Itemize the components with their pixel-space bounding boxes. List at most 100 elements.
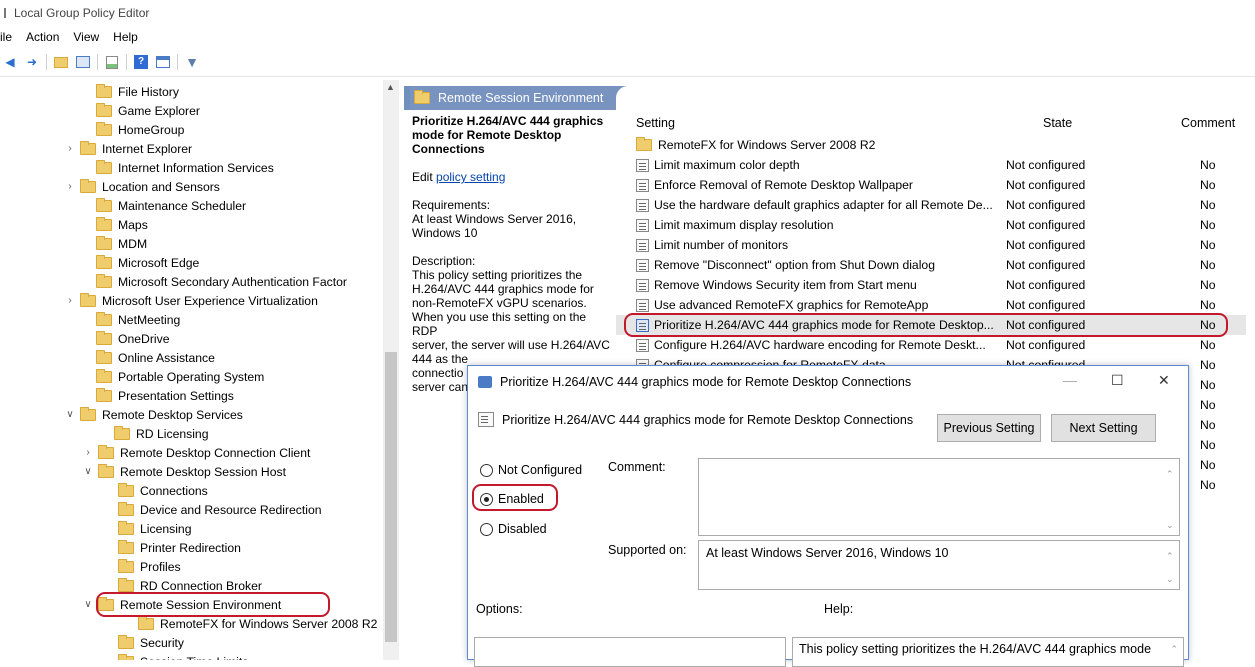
folder-icon [98, 463, 114, 478]
properties-icon[interactable] [155, 54, 171, 70]
setting-state: Not configured [1006, 218, 1086, 232]
tree-item[interactable]: HomeGroup [96, 120, 184, 139]
tree-item[interactable]: Microsoft Edge [96, 253, 199, 272]
radio-not-configured[interactable]: Not Configured [480, 463, 582, 477]
chevron-down-icon[interactable]: ∨ [82, 466, 94, 477]
supported-on-value: At least Windows Server 2016, Windows 10 [706, 546, 949, 560]
tree-item[interactable]: Game Explorer [96, 101, 200, 120]
export-list-icon[interactable] [104, 54, 120, 70]
table-row[interactable]: Use advanced RemoteFX graphics for Remot… [616, 295, 1246, 315]
column-setting[interactable]: Setting [636, 116, 675, 130]
tree-item[interactable]: › Location and Sensors [64, 177, 220, 196]
menu-view[interactable]: View [73, 30, 99, 44]
tree-item[interactable]: MDM [96, 234, 147, 253]
folder-icon [138, 615, 154, 630]
next-setting-button[interactable]: Next Setting [1051, 414, 1156, 442]
tree-item[interactable]: RD Licensing [114, 424, 208, 443]
scroll-up-icon[interactable]: ▲ [386, 82, 395, 92]
scroll-up-icon[interactable]: ⌃ [1166, 551, 1174, 562]
menu-help[interactable]: Help [113, 30, 138, 44]
radio-circle[interactable] [480, 463, 493, 477]
folder-icon [80, 140, 96, 155]
tree-item[interactable]: Presentation Settings [96, 386, 234, 405]
tree-item[interactable]: Device and Resource Redirection [118, 500, 322, 519]
table-row[interactable]: Enforce Removal of Remote Desktop Wallpa… [616, 175, 1246, 195]
setting-comment: No [1200, 238, 1216, 252]
tree-item[interactable]: Online Assistance [96, 348, 215, 367]
table-row[interactable]: Remove Windows Security item from Start … [616, 275, 1246, 295]
radio-label: Not Configured [498, 463, 583, 477]
tree-item[interactable]: File History [96, 82, 179, 101]
help-icon[interactable]: ? [133, 54, 149, 70]
tree-item[interactable]: OneDrive [96, 329, 169, 348]
tree-item[interactable]: Profiles [118, 557, 181, 576]
scroll-thumb[interactable] [385, 352, 397, 642]
chevron-down-icon[interactable]: ∨ [82, 599, 94, 610]
chevron-right-icon[interactable]: › [82, 447, 94, 458]
chevron-down-icon[interactable]: ∨ [64, 409, 76, 420]
tree-item[interactable]: Maps [96, 215, 148, 234]
chevron-right-icon[interactable]: › [64, 143, 76, 154]
forward-icon[interactable]: ➜ [24, 54, 40, 70]
tree-item[interactable]: › Remote Desktop Connection Client [82, 443, 310, 462]
description-line: When you use this setting on the RDP [412, 310, 587, 338]
tree-item-label: Microsoft Secondary Authentication Facto… [118, 274, 347, 289]
tree-item-label: Device and Resource Redirection [140, 502, 322, 517]
tree-item[interactable]: NetMeeting [96, 310, 180, 329]
comment-scrollbar[interactable]: ⌃ ⌄ [1163, 459, 1179, 535]
tree-item[interactable]: ∨ Remote Desktop Session Host [82, 462, 286, 481]
menu-action[interactable]: Action [26, 30, 59, 44]
up-folder-icon[interactable] [53, 54, 69, 70]
tree-item[interactable]: Maintenance Scheduler [96, 196, 246, 215]
table-row[interactable]: Configure H.264/AVC hardware encoding fo… [616, 335, 1246, 355]
tree-item[interactable]: › Internet Explorer [64, 139, 192, 158]
chevron-right-icon[interactable]: › [64, 295, 76, 306]
description-line: server, the server will use H.264/AVC [412, 338, 610, 352]
table-row[interactable]: Limit maximum display resolution Not conf… [616, 215, 1246, 235]
edit-policy-link[interactable]: policy setting [436, 170, 505, 184]
policy-icon [636, 158, 649, 172]
tree-item[interactable]: › Microsoft User Experience Virtualizatio… [64, 291, 318, 310]
scroll-down-icon[interactable]: ⌄ [1166, 574, 1174, 585]
maximize-icon[interactable]: ☐ [1111, 372, 1124, 389]
close-icon[interactable]: ✕ [1158, 372, 1170, 389]
menu-file[interactable]: ile [0, 30, 12, 44]
scroll-down-icon[interactable]: ⌄ [1166, 520, 1174, 531]
setting-state: Not configured [1006, 178, 1086, 192]
tree-item[interactable]: Internet Information Services [96, 158, 274, 177]
scroll-up-icon[interactable]: ⌃ [1170, 644, 1178, 655]
previous-setting-button[interactable]: Previous Setting [937, 414, 1041, 442]
minimize-icon[interactable]: — [1063, 372, 1077, 388]
tree-item[interactable]: Connections [118, 481, 208, 500]
tree-item[interactable]: Microsoft Secondary Authentication Facto… [96, 272, 347, 291]
tree-item[interactable]: Licensing [118, 519, 192, 538]
tree-scrollbar[interactable]: ▲ [383, 80, 399, 660]
column-state[interactable]: State [1043, 116, 1072, 130]
scroll-up-icon[interactable]: ⌃ [1166, 469, 1174, 480]
tree-item[interactable]: Printer Redirection [118, 538, 241, 557]
tree-item-label: OneDrive [118, 331, 170, 346]
tree-item[interactable]: Session Time Limits [118, 652, 248, 660]
title-bar: Local Group Policy Editor [0, 0, 1255, 26]
table-row[interactable]: Remove "Disconnect" option from Shut Dow… [616, 255, 1246, 275]
table-row[interactable]: RemoteFX for Windows Server 2008 R2 [616, 135, 1246, 155]
tree-item[interactable]: ∨ Remote Desktop Services [64, 405, 243, 424]
chevron-right-icon[interactable]: › [64, 181, 76, 192]
policy-icon [636, 278, 649, 292]
back-icon[interactable]: ◀ [2, 54, 18, 70]
dialog-subtitle: Prioritize H.264/AVC 444 graphics mode f… [478, 412, 913, 427]
column-comment[interactable]: Comment [1181, 116, 1235, 130]
table-row[interactable]: Limit maximum color depth Not configured N… [616, 155, 1246, 175]
folder-icon [118, 634, 134, 649]
show-hide-tree-icon[interactable] [75, 54, 91, 70]
tree-item[interactable]: Security [118, 633, 184, 652]
supported-scrollbar[interactable]: ⌃ ⌄ [1163, 541, 1179, 589]
radio-disabled[interactable]: Disabled [480, 522, 547, 536]
policy-icon [636, 298, 649, 312]
table-row[interactable]: Limit number of monitors Not configured No [616, 235, 1246, 255]
tree-item[interactable]: Portable Operating System [96, 367, 264, 386]
comment-textarea[interactable]: ⌃ ⌄ [698, 458, 1180, 536]
table-row[interactable]: Use the hardware default graphics adapte… [616, 195, 1246, 215]
radio-circle[interactable] [480, 522, 493, 536]
filter-icon[interactable]: ▼ [184, 54, 200, 70]
